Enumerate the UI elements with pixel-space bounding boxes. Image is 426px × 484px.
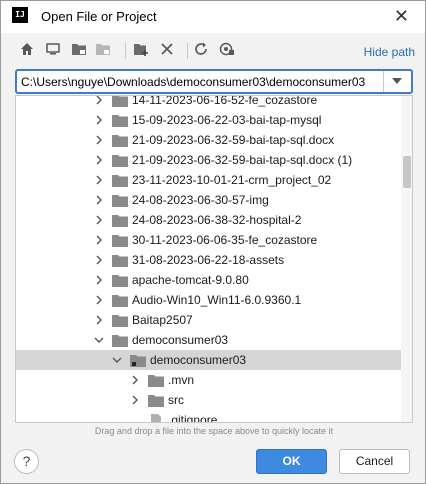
chevron-right-icon[interactable] <box>94 315 104 325</box>
open-file-dialog: IJ Open File or Project ✕ Hide path C:\U… <box>0 0 426 484</box>
chevron-right-icon[interactable] <box>94 215 104 225</box>
home-icon[interactable] <box>19 41 39 61</box>
folder-icon <box>112 195 128 207</box>
folder-icon <box>112 235 128 247</box>
tree-folder-row[interactable]: .mvn <box>16 370 402 390</box>
toolbar-separator <box>187 43 188 59</box>
chevron-right-icon[interactable] <box>94 235 104 245</box>
show-hidden-icon[interactable] <box>219 41 239 61</box>
tree-row-label: democonsumer03 <box>132 333 229 347</box>
path-history-dropdown[interactable] <box>383 71 411 92</box>
folder-icon <box>112 215 128 227</box>
chevron-right-icon[interactable] <box>94 295 104 305</box>
folder-icon <box>112 96 128 107</box>
toolbar: Hide path <box>15 39 415 65</box>
tree-folder-row[interactable]: democonsumer03 <box>16 350 402 370</box>
file-tree: 14-11-2023-06-16-52-fe_cozastore 15-09-20… <box>15 95 413 423</box>
tree-folder-row[interactable]: 24-08-2023-06-30-57-img <box>16 190 402 210</box>
chevron-down-icon[interactable] <box>112 355 122 365</box>
title-bar: IJ Open File or Project ✕ <box>1 1 425 33</box>
tree-folder-row[interactable]: Audio-Win10_Win11-6.0.9360.1 <box>16 290 402 310</box>
folder-icon <box>112 335 128 347</box>
tree-row-label: src <box>168 393 184 407</box>
ok-button[interactable]: OK <box>256 449 327 474</box>
tree-folder-row[interactable]: 23-11-2023-10-01-21-crm_project_02 <box>16 170 402 190</box>
tree-row-label: 24-08-2023-06-38-32-hospital-2 <box>132 213 302 227</box>
chevron-right-icon[interactable] <box>130 395 140 405</box>
tree-row-label: 21-09-2023-06-32-59-bai-tap-sql.docx <box>132 133 335 147</box>
chevron-right-icon[interactable] <box>94 95 104 105</box>
tree-folder-row[interactable]: apache-tomcat-9.0.80 <box>16 270 402 290</box>
toolbar-separator <box>125 43 126 59</box>
tree-row-label: democonsumer03 <box>150 353 247 367</box>
chevron-right-icon[interactable] <box>130 375 140 385</box>
hide-path-link[interactable]: Hide path <box>364 45 415 59</box>
new-folder-icon[interactable] <box>133 41 153 61</box>
tree-folder-row[interactable]: 30-11-2023-06-06-35-fe_cozastore <box>16 230 402 250</box>
chevron-right-icon[interactable] <box>94 135 104 145</box>
folder-icon <box>112 255 128 267</box>
chevron-down-icon[interactable] <box>94 335 104 345</box>
drag-drop-hint: Drag and drop a file into the space abov… <box>94 426 334 436</box>
folder-icon <box>112 155 128 167</box>
tree-row-label: .gitignore <box>168 413 218 423</box>
chevron-down-icon <box>392 78 402 84</box>
tree-folder-row[interactable]: 24-08-2023-06-38-32-hospital-2 <box>16 210 402 230</box>
folder-icon <box>112 175 128 187</box>
tree-scrollbar[interactable] <box>401 96 412 422</box>
tree-row-label: 30-11-2023-06-06-35-fe_cozastore <box>132 233 318 247</box>
close-icon[interactable]: ✕ <box>394 6 409 27</box>
dialog-title: Open File or Project <box>41 9 157 24</box>
folder-icon <box>112 115 128 127</box>
chevron-right-icon[interactable] <box>94 155 104 165</box>
refresh-icon[interactable] <box>193 41 213 61</box>
tree-folder-row[interactable]: src <box>16 390 402 410</box>
tree-folder-row[interactable]: 21-09-2023-06-32-59-bai-tap-sql.docx (1) <box>16 150 402 170</box>
file-icon <box>151 414 161 422</box>
chevron-right-icon[interactable] <box>94 255 104 265</box>
path-input[interactable] <box>17 71 381 92</box>
tree-row-label: 14-11-2023-06-16-52-fe_cozastore <box>132 95 318 107</box>
tree-folder-row[interactable]: 31-08-2023-06-22-18-assets <box>16 250 402 270</box>
delete-icon[interactable] <box>159 41 179 61</box>
chevron-right-icon[interactable] <box>94 195 104 205</box>
folder-icon <box>112 135 128 147</box>
folder-icon <box>112 275 128 287</box>
folder-icon <box>148 395 164 407</box>
tree-row-label: 31-08-2023-06-22-18-assets <box>132 253 285 267</box>
tree-row-label: 15-09-2023-06-22-03-bai-tap-mysql <box>132 113 322 127</box>
folder-icon <box>112 315 128 327</box>
tree-row-label: 24-08-2023-06-30-57-img <box>132 193 269 207</box>
tree-row-label: Baitap2507 <box>132 313 193 327</box>
intellij-app-icon: IJ <box>12 7 28 23</box>
chevron-right-icon[interactable] <box>94 275 104 285</box>
folder-icon <box>112 295 128 307</box>
tree-folder-row[interactable]: 14-11-2023-06-16-52-fe_cozastore <box>16 95 402 110</box>
tree-folder-row[interactable]: 15-09-2023-06-22-03-bai-tap-mysql <box>16 110 402 130</box>
tree-folder-row[interactable]: democonsumer03 <box>16 330 402 350</box>
tree-row-label: apache-tomcat-9.0.80 <box>132 273 249 287</box>
tree-row-label: .mvn <box>168 373 195 387</box>
folder-icon <box>130 355 146 367</box>
tree-folder-row[interactable]: 21-09-2023-06-32-59-bai-tap-sql.docx <box>16 130 402 150</box>
tree-file-row[interactable]: .gitignore <box>16 410 402 423</box>
scrollbar-thumb[interactable] <box>403 156 411 188</box>
desktop-icon[interactable] <box>45 41 65 61</box>
module-folder-icon[interactable] <box>95 41 115 61</box>
chevron-right-icon[interactable] <box>94 175 104 185</box>
tree-row-label: 21-09-2023-06-32-59-bai-tap-sql.docx (1) <box>132 153 353 167</box>
project-folder-icon[interactable] <box>71 41 91 61</box>
help-button[interactable]: ? <box>14 449 39 474</box>
folder-icon <box>148 375 164 387</box>
cancel-button[interactable]: Cancel <box>339 449 410 474</box>
chevron-right-icon[interactable] <box>94 115 104 125</box>
tree-row-label: 23-11-2023-10-01-21-crm_project_02 <box>132 173 332 187</box>
path-field <box>15 69 413 94</box>
tree-row-label: Audio-Win10_Win11-6.0.9360.1 <box>132 293 302 307</box>
tree-folder-row[interactable]: Baitap2507 <box>16 310 402 330</box>
